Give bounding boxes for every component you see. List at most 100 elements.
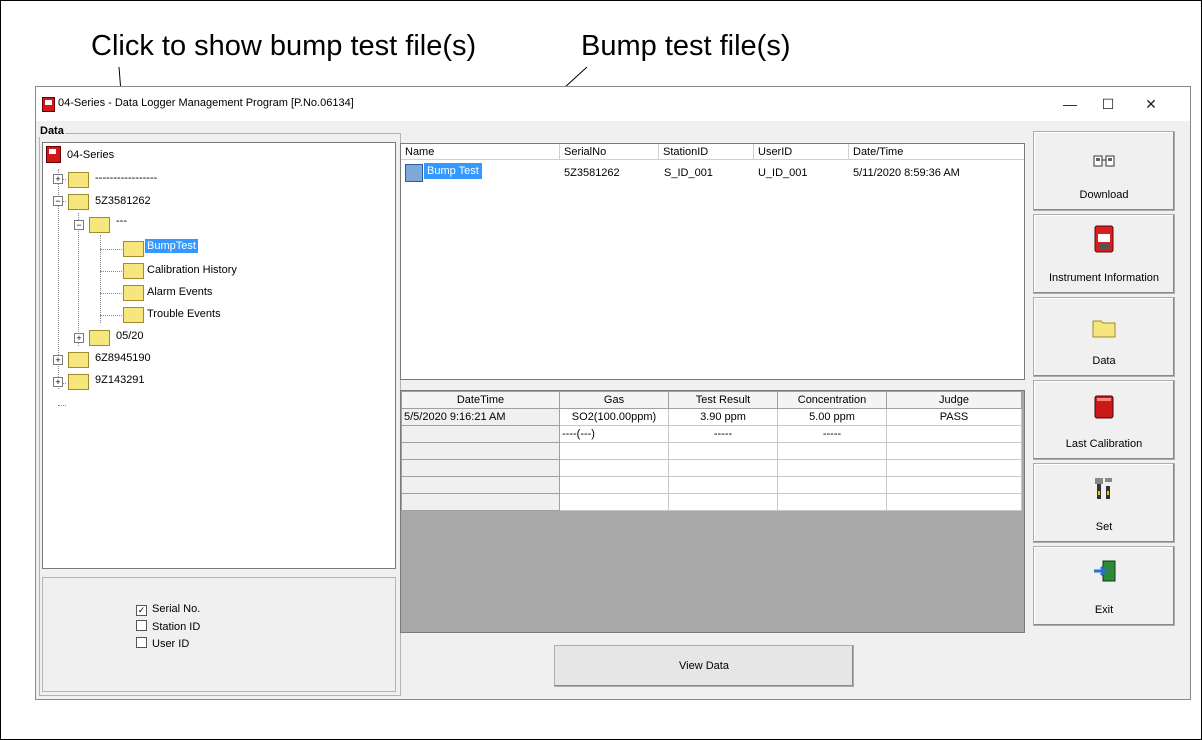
table-row[interactable]: 5/5/2020 9:16:21 AM SO2(100.00ppm) 3.90 …	[401, 408, 1022, 426]
download-icon	[1093, 155, 1115, 167]
folder-icon	[68, 352, 89, 368]
tree-line	[58, 405, 66, 407]
column-header-name[interactable]: Name	[401, 144, 560, 160]
window-title: 04-Series - Data Logger Management Progr…	[58, 97, 354, 109]
folder-icon	[123, 263, 144, 279]
tree-node-serial-9z143291[interactable]: 9Z143291	[95, 374, 145, 386]
grid-cell	[559, 476, 669, 494]
grid-cell	[668, 493, 778, 511]
data-tree[interactable]: 04-Series + ----------------- − 5Z358126…	[42, 142, 396, 569]
column-header-stationid[interactable]: StationID	[659, 144, 754, 160]
grid-cell	[886, 442, 1022, 460]
folder-icon	[123, 241, 144, 257]
tools-icon	[1095, 478, 1112, 499]
tree-node-month[interactable]: 05/20	[116, 330, 144, 342]
instrument-information-label: Instrument Information	[1048, 272, 1160, 284]
grid-cell: 3.90 ppm	[668, 408, 778, 426]
expand-icon[interactable]: +	[53, 355, 63, 365]
file-list[interactable]: Name SerialNo StationID UserID Date/Time…	[400, 143, 1025, 380]
user-id-label: User ID	[152, 638, 190, 650]
app-window: 04-Series - Data Logger Management Progr…	[35, 86, 1191, 700]
checkbox-unchecked	[136, 637, 147, 648]
table-row[interactable]	[401, 493, 1022, 511]
result-table: DateTime Gas Test Result Concentration J…	[401, 391, 1022, 511]
folder-icon	[68, 172, 89, 188]
bump-test-result-grid[interactable]: DateTime Gas Test Result Concentration J…	[400, 390, 1025, 633]
file-row-datetime: 5/11/2020 8:59:36 AM	[853, 167, 960, 179]
tree-node-bumptest[interactable]: BumpTest	[145, 239, 198, 253]
column-header-userid[interactable]: UserID	[754, 144, 849, 160]
last-calibration-button[interactable]: Last Calibration	[1033, 380, 1175, 460]
expand-icon[interactable]: +	[53, 174, 63, 184]
table-row[interactable]	[401, 476, 1022, 494]
expand-icon[interactable]: +	[53, 377, 63, 387]
grid-cell	[401, 476, 560, 494]
grid-header-gas: Gas	[559, 391, 669, 409]
table-row[interactable]	[401, 459, 1022, 477]
close-button[interactable]: ✕	[1134, 92, 1168, 116]
grid-cell	[777, 442, 887, 460]
bump-test-file-icon	[405, 164, 423, 182]
calibration-book-icon	[1094, 395, 1114, 419]
data-button[interactable]: Data	[1033, 297, 1175, 377]
collapse-icon[interactable]: −	[74, 220, 84, 230]
exit-label: Exit	[1094, 604, 1114, 616]
tree-node-trouble-events[interactable]: Trouble Events	[147, 308, 221, 320]
column-header-datetime[interactable]: Date/Time	[849, 144, 1024, 160]
tree-node-date[interactable]: ---	[116, 215, 127, 227]
grid-cell	[559, 459, 669, 477]
station-id-checkbox[interactable]: Station ID	[136, 620, 200, 633]
folder-icon	[68, 374, 89, 390]
exit-door-icon	[1094, 560, 1116, 582]
grid-cell: 5/5/2020 9:16:21 AM	[401, 408, 560, 426]
grid-header-concentration: Concentration	[777, 391, 887, 409]
view-data-button[interactable]: View Data	[554, 645, 854, 687]
title-bar[interactable]: 04-Series - Data Logger Management Progr…	[36, 87, 1190, 121]
folder-icon	[123, 307, 144, 323]
grid-cell	[886, 476, 1022, 494]
grid-cell	[886, 493, 1022, 511]
data-group-label: Data	[39, 125, 65, 137]
tree-node-calibration-history[interactable]: Calibration History	[147, 264, 237, 276]
grid-header-test-result: Test Result	[668, 391, 778, 409]
user-id-checkbox[interactable]: User ID	[136, 637, 189, 650]
bumptest-label: BumpTest	[145, 239, 198, 253]
minimize-button[interactable]: —	[1053, 92, 1087, 116]
grid-cell: SO2(100.00ppm)	[559, 408, 669, 426]
tree-root-label[interactable]: 04-Series	[67, 149, 114, 161]
table-row[interactable]: ----(---) ----- -----	[401, 425, 1022, 443]
exit-button[interactable]: Exit	[1033, 546, 1175, 626]
grid-cell	[777, 493, 887, 511]
grid-cell	[401, 459, 560, 477]
instrument-information-button[interactable]: Instrument Information	[1033, 214, 1175, 294]
file-row-name[interactable]: Bump Test	[424, 163, 482, 179]
tree-node-unnamed[interactable]: -----------------	[95, 172, 157, 184]
table-row[interactable]	[401, 442, 1022, 460]
last-calibration-label: Last Calibration	[1065, 438, 1143, 450]
station-id-label: Station ID	[152, 621, 201, 633]
tree-node-serial-6z8945190[interactable]: 6Z8945190	[95, 352, 151, 364]
expand-icon[interactable]: +	[74, 333, 84, 343]
set-button[interactable]: Set	[1033, 463, 1175, 543]
display-options-panel: ✓ Serial No. Station ID User ID	[42, 577, 396, 692]
file-row-serialno: 5Z3581262	[564, 167, 620, 179]
grid-cell	[668, 442, 778, 460]
serial-no-checkbox[interactable]: ✓ Serial No.	[136, 603, 200, 616]
instrument-icon	[1094, 225, 1114, 253]
download-button[interactable]: Download	[1033, 131, 1175, 211]
grid-cell: -----	[668, 425, 778, 443]
file-row-stationid: S_ID_001	[664, 167, 713, 179]
instrument-red-icon	[46, 146, 61, 163]
collapse-icon[interactable]: −	[53, 196, 63, 206]
app-icon	[42, 97, 55, 112]
folder-icon	[89, 217, 110, 233]
column-header-serialno[interactable]: SerialNo	[560, 144, 659, 160]
grid-cell	[886, 459, 1022, 477]
tree-line	[100, 315, 122, 317]
tree-node-serial-5z3581262[interactable]: 5Z3581262	[95, 195, 151, 207]
grid-cell	[886, 425, 1022, 443]
checkbox-unchecked	[136, 620, 147, 631]
tree-node-alarm-events[interactable]: Alarm Events	[147, 286, 212, 298]
maximize-button[interactable]: ☐	[1091, 92, 1125, 116]
result-header-row: DateTime Gas Test Result Concentration J…	[401, 391, 1022, 409]
